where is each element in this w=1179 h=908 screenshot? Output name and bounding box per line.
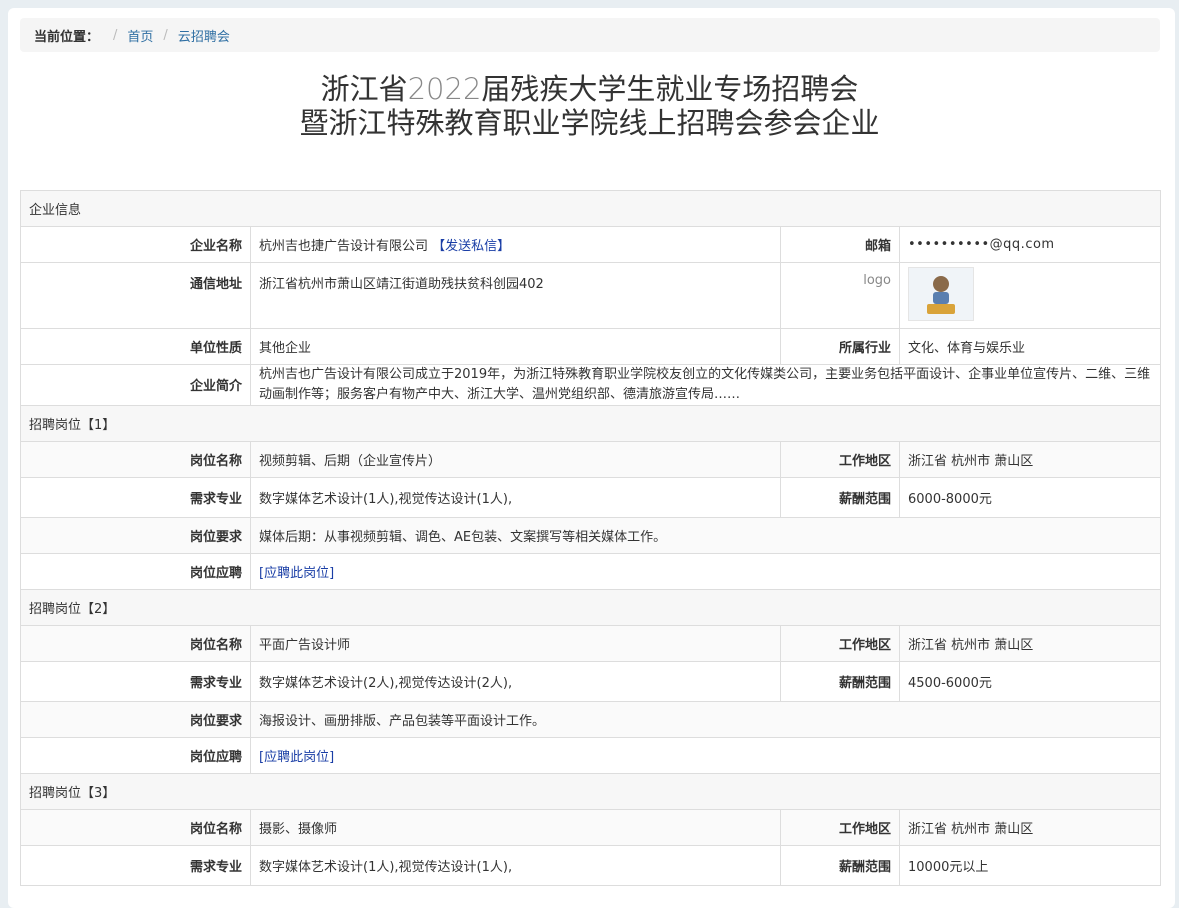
page-title-line2: 暨浙江特殊教育职业学院线上招聘会参会企业	[299, 106, 880, 140]
job-apply-label: 岗位应聘	[20, 737, 251, 774]
page-title-line1: 浙江省2022届残疾大学生就业专场招聘会	[8, 72, 1171, 106]
company-name-cell: 杭州吉也捷广告设计有限公司 【发送私信】	[250, 226, 781, 263]
job-major-value: 数字媒体艺术设计(1人),视觉传达设计(1人),	[250, 845, 781, 886]
job-area-label: 工作地区	[780, 441, 900, 478]
job-major-value: 数字媒体艺术设计(2人),视觉传达设计(2人),	[250, 661, 781, 702]
job-requirement-value: 媒体后期：从事视频剪辑、调色、AE包装、文案撰写等相关媒体工作。	[249, 517, 1162, 554]
title-text: 浙江省	[320, 72, 408, 106]
job-major-label: 需求专业	[20, 661, 251, 702]
logo-label: logo	[780, 262, 900, 329]
job-salary-value: 4500-6000元	[898, 661, 1162, 702]
job-salary-label: 薪酬范围	[780, 477, 900, 518]
address-value: 浙江省杭州市萧山区靖江街道助残扶贫科创园402	[250, 262, 781, 329]
company-name: 杭州吉也捷广告设计有限公司	[259, 239, 429, 254]
job-major-label: 需求专业	[20, 477, 251, 518]
job-area-label: 工作地区	[780, 625, 900, 662]
job-requirement-value: 海报设计、画册排版、产品包装等平面设计工作。	[249, 701, 1162, 738]
company-logo-image	[908, 267, 974, 321]
avatar-icon	[927, 276, 955, 314]
job-area-label: 工作地区	[780, 809, 900, 846]
intro-label: 企业简介	[20, 364, 251, 406]
section-job-3: 招聘岗位【3】	[19, 773, 1162, 810]
job-salary-label: 薪酬范围	[780, 661, 900, 702]
job-apply-cell: [应聘此岗位]	[249, 553, 1162, 590]
job-area-value: 浙江省 杭州市 萧山区	[898, 441, 1162, 478]
breadcrumb-cloud-fair-link[interactable]: 云招聘会	[178, 26, 230, 45]
email-value: ••••••••••@qq.com	[898, 226, 1162, 263]
apply-job-1-link[interactable]: [应聘此岗位]	[259, 566, 334, 581]
industry-label: 所属行业	[780, 328, 900, 365]
page-container: 当前位置： / 首页 / 云招聘会 浙江省2022届残疾大学生就业专场招聘会 暨…	[8, 8, 1175, 908]
logo-cell	[898, 262, 1162, 329]
breadcrumb-separator: /	[113, 27, 118, 43]
job-name-value: 摄影、摄像师	[250, 809, 781, 846]
nature-value: 其他企业	[250, 328, 781, 365]
intro-value: 杭州吉也广告设计有限公司成立于2019年，为浙江特殊教育职业学院校友创立的文化传…	[249, 364, 1162, 406]
send-message-link[interactable]: 【发送私信】	[432, 239, 510, 254]
section-job-2: 招聘岗位【2】	[19, 589, 1162, 626]
title-year: 2022	[407, 72, 482, 106]
breadcrumb: 当前位置： / 首页 / 云招聘会	[20, 18, 1160, 52]
breadcrumb-separator: /	[163, 27, 168, 43]
job-area-value: 浙江省 杭州市 萧山区	[898, 809, 1162, 846]
job-name-value: 视频剪辑、后期（企业宣传片）	[250, 441, 781, 478]
nature-label: 单位性质	[20, 328, 251, 365]
job-requirement-label: 岗位要求	[20, 701, 251, 738]
address-label: 通信地址	[20, 262, 251, 329]
job-salary-value: 10000元以上	[898, 845, 1162, 886]
email-label: 邮箱	[780, 226, 900, 263]
job-name-value: 平面广告设计师	[250, 625, 781, 662]
page-title: 浙江省2022届残疾大学生就业专场招聘会 暨浙江特殊教育职业学院线上招聘会参会企…	[8, 72, 1171, 140]
company-name-label: 企业名称	[20, 226, 251, 263]
job-area-value: 浙江省 杭州市 萧山区	[898, 625, 1162, 662]
job-major-value: 数字媒体艺术设计(1人),视觉传达设计(1人),	[250, 477, 781, 518]
title-text: 届残疾大学生就业专场招聘会	[481, 72, 859, 106]
job-salary-value: 6000-8000元	[898, 477, 1162, 518]
industry-value: 文化、体育与娱乐业	[898, 328, 1162, 365]
job-name-label: 岗位名称	[20, 809, 251, 846]
breadcrumb-home-link[interactable]: 首页	[127, 26, 153, 45]
section-job-1: 招聘岗位【1】	[19, 405, 1162, 442]
job-apply-label: 岗位应聘	[20, 553, 251, 590]
job-name-label: 岗位名称	[20, 625, 251, 662]
job-name-label: 岗位名称	[20, 441, 251, 478]
job-apply-cell: [应聘此岗位]	[249, 737, 1162, 774]
job-salary-label: 薪酬范围	[780, 845, 900, 886]
company-info-table: 企业信息 企业名称 杭州吉也捷广告设计有限公司 【发送私信】 邮箱 ••••••…	[19, 190, 1162, 886]
section-company-info: 企业信息	[19, 190, 1162, 227]
job-major-label: 需求专业	[20, 845, 251, 886]
apply-job-2-link[interactable]: [应聘此岗位]	[259, 750, 334, 765]
job-requirement-label: 岗位要求	[20, 517, 251, 554]
breadcrumb-label: 当前位置：	[34, 29, 100, 45]
